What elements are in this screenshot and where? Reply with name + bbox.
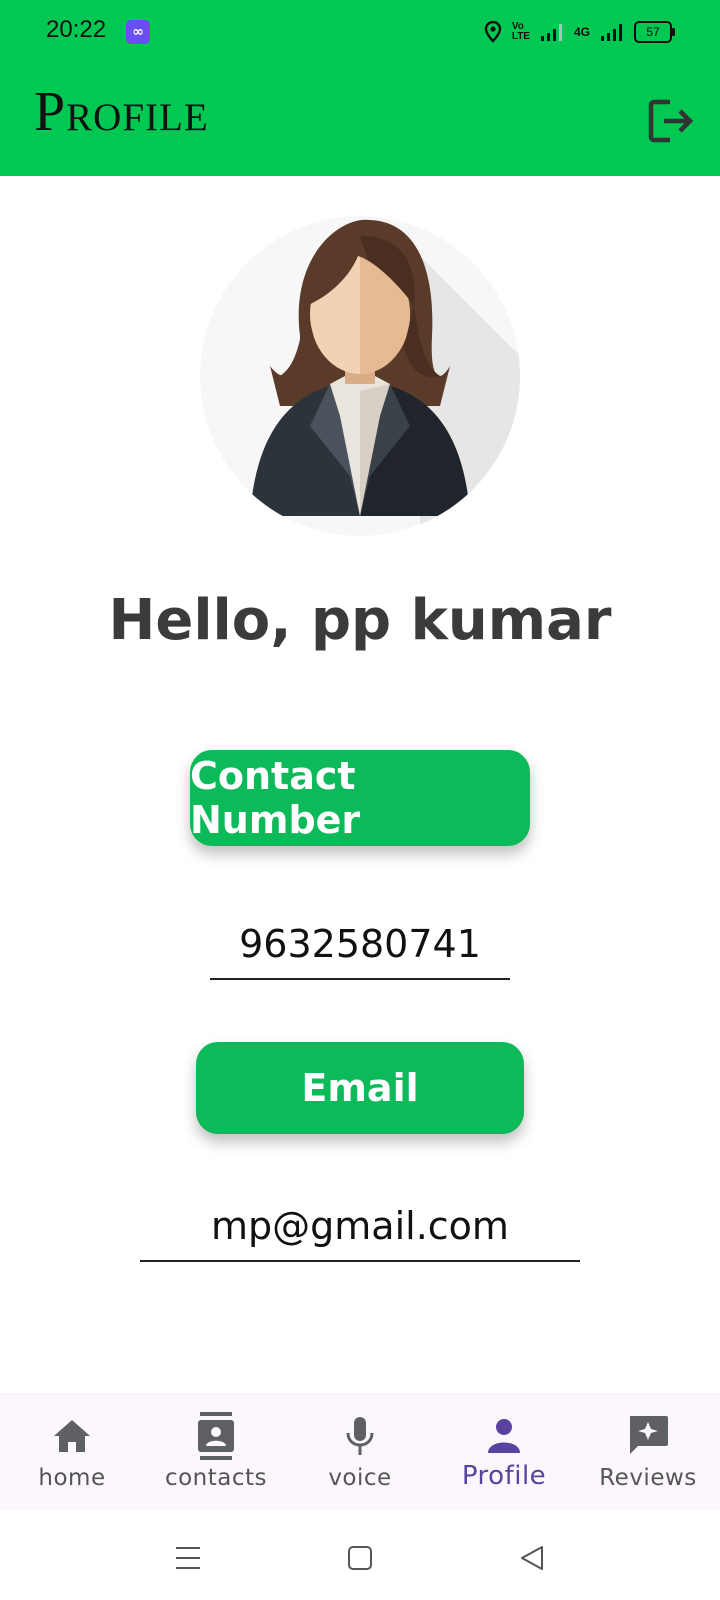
home-square-icon[interactable] bbox=[340, 1538, 380, 1578]
nav-label-home: home bbox=[38, 1465, 106, 1491]
nav-item-profile[interactable]: Profile bbox=[432, 1395, 576, 1511]
status-icons: Vo LTE 4G 57 bbox=[484, 18, 675, 46]
home-icon bbox=[54, 1420, 90, 1452]
battery-level: 57 bbox=[646, 25, 660, 39]
signal-2-icon bbox=[601, 24, 622, 41]
page-title: Profile bbox=[34, 81, 209, 143]
contact-number-field[interactable]: 9632580741 bbox=[210, 912, 510, 980]
email-field[interactable]: mp@gmail.com bbox=[140, 1194, 580, 1262]
contact-number-button[interactable]: Contact Number bbox=[190, 750, 530, 846]
menu-icon[interactable] bbox=[168, 1538, 208, 1578]
nav-label-contacts: contacts bbox=[164, 1465, 268, 1491]
volte-icon: Vo LTE bbox=[511, 21, 530, 42]
status-time: 20:22 bbox=[46, 16, 107, 43]
logout-icon[interactable] bbox=[648, 98, 696, 144]
nav-label-profile: Profile bbox=[461, 1461, 547, 1491]
signal-icon bbox=[540, 24, 562, 41]
avatar bbox=[200, 216, 520, 536]
bottom-navigation: home contacts voice Profile Reviews bbox=[0, 1394, 720, 1511]
nav-label-reviews: Reviews bbox=[599, 1465, 697, 1491]
greeting-text: Hello, pp kumar bbox=[108, 588, 612, 653]
nav-label-voice: voice bbox=[328, 1465, 392, 1491]
nav-item-voice[interactable]: voice bbox=[288, 1395, 432, 1511]
location-icon bbox=[484, 21, 502, 43]
back-triangle-icon[interactable] bbox=[512, 1538, 552, 1578]
battery-icon: 57 bbox=[634, 21, 675, 43]
nav-item-home[interactable]: home bbox=[0, 1395, 144, 1511]
contacts-icon bbox=[198, 1412, 234, 1460]
network-type-icon: 4G bbox=[573, 25, 590, 39]
person-icon bbox=[488, 1419, 520, 1453]
microphone-icon bbox=[346, 1417, 374, 1455]
infinity-icon: ∞ bbox=[126, 20, 150, 44]
status-bar: 20:22 ∞ Vo LTE 4G 57 bbox=[0, 0, 720, 62]
nav-item-contacts[interactable]: contacts bbox=[144, 1395, 288, 1511]
nav-item-reviews[interactable]: Reviews bbox=[576, 1395, 720, 1511]
system-navigation-bar bbox=[0, 1510, 720, 1600]
reviews-icon bbox=[630, 1416, 668, 1454]
email-button[interactable]: Email bbox=[196, 1042, 524, 1134]
